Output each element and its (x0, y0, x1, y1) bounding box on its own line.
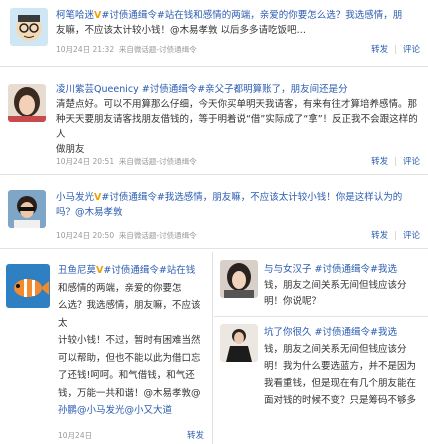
post-line: #讨债通缉令#我选 (314, 264, 397, 275)
avatar-fish-icon (6, 264, 50, 308)
post-line: 孙鹏@小马发光@小又大道 (58, 405, 173, 416)
user-name[interactable]: 丑鱼尼莫 (58, 265, 96, 276)
user-name[interactable]: 凌川紫芸Queenicy (56, 84, 139, 95)
avatar-cartoon-icon (10, 8, 48, 46)
post-actions: 转发 | 评论 (371, 45, 420, 55)
post-time[interactable]: 10月24日 20:50 (56, 231, 114, 240)
post-meta: 10月24日 20:51 来自微话题-讨债通缉令 (56, 156, 197, 167)
post-meta: 10月24日 (58, 430, 92, 441)
avatar[interactable] (6, 264, 50, 308)
post-line: 我看重钱，但是现在有几个朋友能在 (264, 378, 417, 389)
avatar[interactable] (10, 8, 48, 46)
post-actions: 转发 (187, 429, 204, 441)
post-text: 与与女汉子 #讨债通缉令#我选 钱，朋友之间关系无间但钱应该分 明！你说呢？ (264, 262, 424, 310)
post-time[interactable]: 10月24日 21:32 (56, 45, 114, 54)
post-line: 和感情的两端，亲爱的你要怎 (58, 282, 182, 294)
user-name[interactable]: 小马发光 (56, 192, 94, 203)
avatar-person-icon (220, 324, 258, 362)
post-time[interactable]: 10月24日 20:51 (56, 157, 114, 166)
avatar-girl-icon (8, 84, 46, 122)
post-line: #讨债通缉令#我选 (314, 327, 397, 338)
post-source[interactable]: 来自微话题-讨债通缉令 (119, 45, 197, 54)
post-line: 友嘛，不应该太计较小钱！@木易孝敦 以后多多请吃饭吧… (56, 25, 307, 36)
post-text: 凌川紫芸Queenicy #讨债通缉令#亲父子都明算账了，朋友间还是分 清楚点好… (56, 82, 421, 157)
post-line: #讨债通缉令#我选感情，朋友嘛，不应该太计较小钱！你是这样认为的 (101, 192, 403, 203)
post-text: 柯笔哈迷V#讨债通缉令#站在钱和感情的两端，亲爱的你要怎么选？我选感情，朋 友嘛… (56, 8, 421, 38)
post-line: 了还钱!呵呵。和气借钱，和气还 (58, 370, 195, 381)
post-line: #讨债通缉令#亲父子都明算账了，朋友间还是分 (141, 84, 348, 95)
post-2: 凌川紫芸Queenicy #讨债通缉令#亲父子都明算账了，朋友间还是分 清楚点好… (0, 70, 428, 170)
post-4: 丑鱼尼莫V#讨债通缉令#站在钱 和感情的两端，亲爱的你要怎 么选？我选感情，朋友… (0, 252, 212, 444)
avatar-person-icon (8, 190, 46, 228)
post-text: 小马发光V#讨债通缉令#我选感情，朋友嘛，不应该太计较小钱！你是这样认为的 吗？… (56, 190, 421, 220)
post-text: 丑鱼尼莫V#讨债通缉令#站在钱 和感情的两端，亲爱的你要怎 么选？我选感情，朋友… (58, 262, 208, 420)
avatar[interactable] (220, 324, 258, 362)
post-line: 清楚点好。可以不用算那么仔细，今天你买单明天我请客，有来有往才算培养感情。那 (56, 99, 418, 110)
post-line: 面对钱的时候不变？只是筹码不够多 (264, 395, 417, 406)
post-line: 可以帮助，但也不能以此为借口忘 (58, 352, 201, 364)
forward-button[interactable]: 转发 (187, 431, 204, 441)
post-line: 做朋友 (56, 144, 85, 155)
post-source[interactable]: 来自微话题-讨债通缉令 (119, 231, 197, 240)
user-name[interactable]: 与与女汉子 (264, 264, 312, 275)
post-actions: 转发 | 评论 (371, 157, 420, 167)
avatar-girl-icon (220, 260, 258, 298)
comment-button[interactable]: 评论 (403, 45, 420, 55)
post-line: 种天天要朋友请客找朋友借钱的，等于明着说“借”实际成了“拿”！反正我不会跟这样的… (56, 114, 418, 140)
avatar[interactable] (8, 190, 46, 228)
post-line: 吗？@木易孝敦 (56, 207, 123, 218)
post-line: 钱，朋友之间关系无间但钱应该分 (264, 280, 407, 291)
post-text: 坑了你很久 #讨债通缉令#我选 钱，朋友之间关系无间但钱应该分 明！我为什么要选… (264, 324, 426, 409)
post-line: 么选？我选感情，朋友嘛，不应该太 (58, 300, 201, 329)
avatar[interactable] (220, 260, 258, 298)
avatar[interactable] (8, 84, 46, 122)
post-1: 柯笔哈迷V#讨债通缉令#站在钱和感情的两端，亲爱的你要怎么选？我选感情，朋 友嘛… (0, 0, 428, 62)
user-name[interactable]: 坑了你很久 (264, 327, 312, 338)
post-line: 钱，万能一共和谐！@木易孝敦@ (58, 387, 201, 399)
post-meta: 10月24日 20:50 来自微话题-讨债通缉令 (56, 230, 197, 241)
post-time[interactable]: 10月24日 (58, 431, 92, 440)
post-line: #讨债通缉令#站在钱和感情的两端，亲爱的你要怎么选？我选感情，朋 (101, 10, 403, 21)
post-5: 与与女汉子 #讨债通缉令#我选 钱，朋友之间关系无间但钱应该分 明！你说呢？ (214, 252, 428, 314)
post-6: 坑了你很久 #讨债通缉令#我选 钱，朋友之间关系无间但钱应该分 明！我为什么要选… (214, 318, 428, 444)
post-line: 明！你说呢？ (264, 296, 322, 307)
comment-button[interactable]: 评论 (403, 157, 420, 167)
post-source[interactable]: 来自微话题-讨债通缉令 (119, 157, 197, 166)
post-line: 钱，朋友之间关系无间但钱应该分 (264, 344, 407, 355)
divider (214, 316, 428, 317)
post-line: 计较小钱！不过，暂时有困难当然 (58, 335, 201, 346)
forward-button[interactable]: 转发 (371, 157, 388, 167)
column-divider (212, 252, 213, 444)
forward-button[interactable]: 转发 (371, 231, 388, 241)
forward-button[interactable]: 转发 (371, 45, 388, 55)
post-line: #讨债通缉令#站在钱 (103, 265, 196, 276)
user-name[interactable]: 柯笔哈迷 (56, 10, 94, 21)
post-3: 小马发光V#讨债通缉令#我选感情，朋友嘛，不应该太计较小钱！你是这样认为的 吗？… (0, 178, 428, 244)
comment-button[interactable]: 评论 (403, 231, 420, 241)
divider (0, 248, 428, 249)
post-meta: 10月24日 21:32 来自微话题-讨债通缉令 (56, 44, 197, 55)
post-line: 明！我为什么要选蓝方，并不是因为 (264, 361, 417, 372)
divider (0, 174, 428, 175)
post-actions: 转发 | 评论 (371, 231, 420, 241)
divider (0, 66, 428, 67)
